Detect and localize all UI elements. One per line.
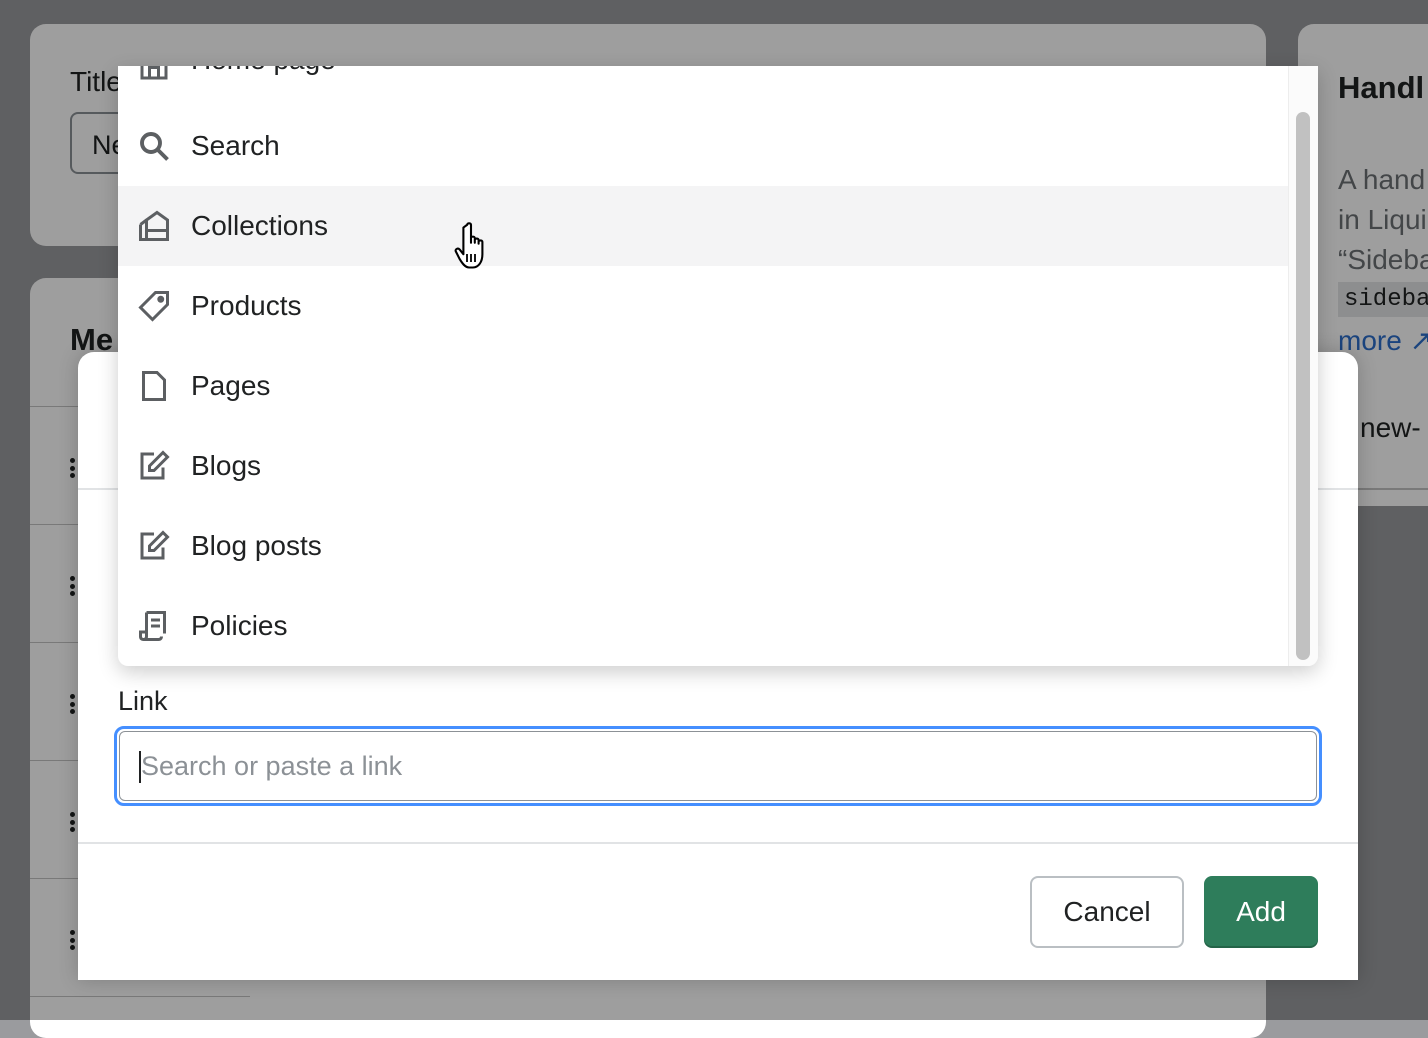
- tag-icon: [138, 291, 169, 322]
- dropdown-item-products[interactable]: Products: [118, 266, 1288, 346]
- cancel-button[interactable]: Cancel: [1030, 876, 1184, 948]
- dropdown-item-label: Collections: [191, 210, 328, 241]
- link-input-wrapper[interactable]: [114, 726, 1322, 806]
- link-label: Link: [118, 686, 168, 716]
- home-icon: [140, 66, 168, 80]
- blog-edit-icon: [140, 450, 170, 480]
- dropdown-scrollbar-thumb[interactable]: [1296, 112, 1310, 660]
- add-button[interactable]: Add: [1204, 876, 1318, 948]
- dropdown-item-label: Policies: [191, 610, 288, 641]
- dropdown-item-home-page[interactable]: Home page: [118, 66, 1288, 106]
- dropdown-item-policies[interactable]: Policies: [118, 586, 1288, 666]
- policy-scroll-icon: [139, 611, 166, 642]
- dropdown-item-label: Products: [191, 290, 302, 321]
- link-input[interactable]: [139, 741, 1283, 791]
- page-icon: [142, 371, 166, 401]
- dropdown-item-label: Search: [191, 130, 280, 161]
- blog-post-edit-icon: [140, 530, 170, 560]
- dropdown-item-collections[interactable]: Collections: [118, 186, 1288, 266]
- text-caret: [139, 751, 141, 783]
- search-icon: [140, 132, 169, 161]
- dropdown-item-pages[interactable]: Pages: [118, 346, 1288, 426]
- dropdown-item-label: Blog posts: [191, 530, 322, 561]
- dropdown-item-blog-posts[interactable]: Blog posts: [118, 506, 1288, 586]
- dropdown-item-blogs[interactable]: Blogs: [118, 426, 1288, 506]
- dropdown-item-search[interactable]: Search: [118, 106, 1288, 186]
- dropdown-item-label: Pages: [191, 370, 271, 401]
- link-type-dropdown: Home page Search Collections Products Pa…: [118, 66, 1318, 666]
- dropdown-item-label: Home page: [191, 66, 336, 76]
- collections-icon: [139, 210, 169, 241]
- modal-footer-divider: [78, 842, 1358, 844]
- dropdown-item-label: Blogs: [191, 450, 262, 481]
